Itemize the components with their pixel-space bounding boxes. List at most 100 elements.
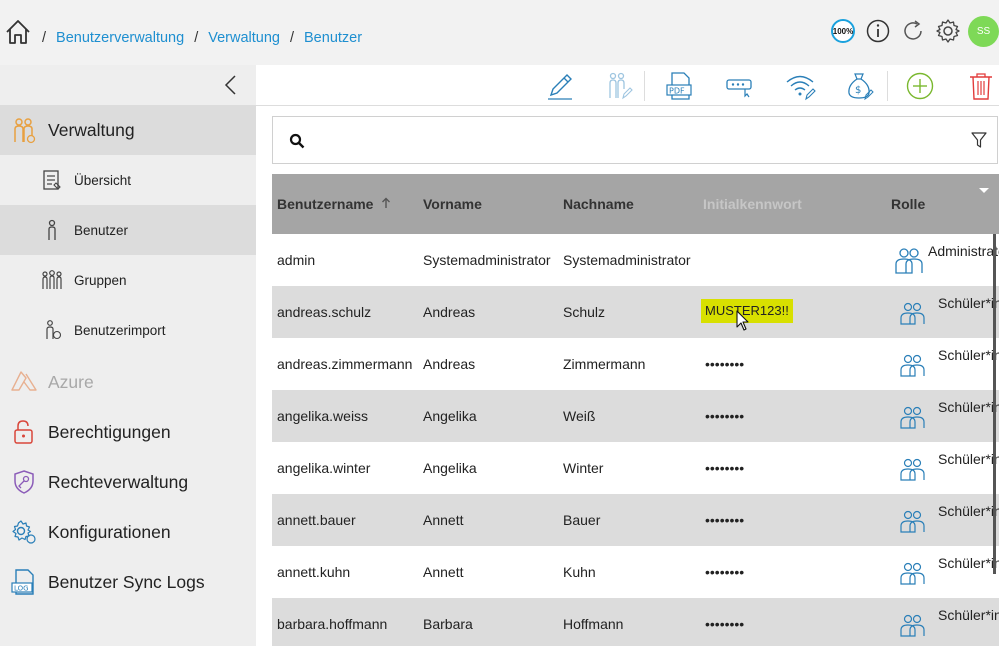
column-header-vorname[interactable]: Vorname (423, 196, 482, 212)
sidebar-item-verwaltung[interactable]: Verwaltung (0, 105, 256, 155)
users-admin-icon (10, 116, 38, 144)
pdf-icon[interactable]: PDF (663, 70, 695, 102)
table-row[interactable]: annett.kuhn Annett Kuhn •••••••• Schüler… (272, 546, 999, 598)
cell-username: admin (277, 252, 316, 268)
breadcrumb-separator: / (194, 30, 199, 46)
table-row[interactable]: angelika.winter Angelika Winter ••••••••… (272, 442, 999, 494)
sidebar: Verwaltung Übersicht Benutzer Gruppen Be… (0, 65, 256, 646)
zoom-badge: 100% (831, 19, 855, 43)
cell-lastname: Weiß (563, 408, 596, 424)
refresh-icon[interactable] (899, 17, 927, 45)
cell-password: •••••••• (705, 616, 745, 632)
cell-lastname: Winter (563, 460, 604, 476)
cell-lastname: Systemadministrator (563, 252, 691, 268)
student-role-icon (898, 350, 928, 378)
sidebar-item-rechteverwaltung[interactable]: Rechteverwaltung (0, 457, 256, 507)
sidebar-item-benutzer[interactable]: Benutzer (0, 205, 256, 255)
key-shield-icon (10, 468, 38, 496)
student-role-icon (898, 558, 928, 586)
wifi-icon[interactable] (784, 70, 816, 102)
table-row[interactable]: angelika.weiss Angelika Weiß •••••••• Sc… (272, 390, 999, 442)
toolbar-divider (644, 71, 645, 101)
sidebar-item-berechtigungen[interactable]: Berechtigungen (0, 407, 256, 457)
cell-firstname: Angelika (423, 460, 477, 476)
edit-icon[interactable] (544, 70, 576, 102)
admin-role-icon (894, 246, 924, 274)
table-row[interactable]: andreas.schulz Andreas Schulz MUSTER123!… (272, 286, 999, 338)
breadcrumb-verwaltung[interactable]: Verwaltung (208, 30, 280, 46)
table-scrollbar[interactable] (993, 234, 996, 574)
sidebar-item-benutzerimport[interactable]: Benutzerimport (0, 305, 256, 355)
filter-icon[interactable] (971, 131, 987, 149)
table-row[interactable]: andreas.zimmermann Andreas Zimmermann ••… (272, 338, 999, 390)
cell-username: angelika.winter (277, 460, 371, 476)
cell-username: angelika.weiss (277, 408, 369, 424)
sidebar-item-benutzer-sync-logs[interactable]: LOG Benutzer Sync Logs (0, 557, 256, 607)
collapse-sidebar-icon[interactable] (222, 74, 240, 96)
cell-password: •••••••• (705, 460, 745, 476)
table-header: Benutzername Vorname Nachname Initialken… (272, 174, 999, 234)
cell-role: Schüler*in (938, 555, 999, 571)
sidebar-item-uebersicht[interactable]: Übersicht (0, 155, 256, 205)
table-row[interactable]: barbara.hoffmann Barbara Hoffmann ••••••… (272, 598, 999, 646)
cell-firstname: Andreas (423, 304, 476, 320)
cell-password: •••••••• (705, 564, 745, 580)
add-icon[interactable] (904, 70, 936, 102)
group-icon (40, 268, 64, 292)
cell-username: andreas.schulz (277, 304, 372, 320)
student-role-icon (898, 454, 928, 482)
log-icon: LOG (10, 568, 38, 596)
cell-role: Schüler*in (938, 607, 999, 623)
cell-password: •••••••• (705, 512, 745, 528)
sidebar-item-label: Übersicht (74, 172, 132, 188)
money-bag-icon[interactable]: $ (843, 70, 875, 102)
table-row[interactable]: admin Systemadministrator Systemadminist… (272, 234, 999, 286)
student-role-icon (898, 506, 928, 534)
table-row[interactable]: annett.bauer Annett Bauer •••••••• Schül… (272, 494, 999, 546)
info-icon[interactable] (864, 17, 892, 45)
home-icon[interactable] (4, 18, 32, 46)
sidebar-item-label: Benutzerimport (74, 322, 166, 338)
search-input[interactable] (317, 129, 957, 153)
cell-username: andreas.zimmermann (277, 356, 413, 372)
sidebar-item-konfigurationen[interactable]: Konfigurationen (0, 507, 256, 557)
column-header-initialkennwort[interactable]: Initialkennwort (703, 196, 802, 212)
sidebar-item-label: Konfigurationen (48, 521, 171, 542)
cell-role: Administrator*in (928, 243, 999, 259)
cell-role: Schüler*in (938, 295, 999, 311)
student-role-icon (898, 298, 928, 326)
zoom-button[interactable]: 100% (829, 17, 857, 45)
cell-firstname: Annett (423, 512, 464, 528)
search-icon (289, 133, 305, 149)
delete-icon[interactable] (965, 70, 997, 102)
cell-username: annett.bauer (277, 512, 356, 528)
user-icon (40, 218, 64, 242)
cell-lastname: Bauer (563, 512, 601, 528)
column-header-nachname[interactable]: Nachname (563, 196, 634, 212)
lock-icon (10, 418, 38, 446)
sidebar-item-label: Berechtigungen (48, 421, 171, 442)
user-import-icon (40, 318, 64, 342)
gear-icon[interactable] (934, 17, 962, 45)
cell-role: Schüler*in (938, 347, 999, 363)
breadcrumb-benutzer[interactable]: Benutzer (304, 30, 362, 46)
users-edit-icon[interactable] (602, 70, 634, 102)
column-header-rolle[interactable]: Rolle (891, 196, 925, 212)
sidebar-item-label: Verwaltung (48, 119, 135, 140)
sidebar-item-gruppen[interactable]: Gruppen (0, 255, 256, 305)
cell-password: •••••••• (705, 408, 745, 424)
sidebar-item-label: Azure (48, 371, 94, 392)
cell-username: barbara.hoffmann (277, 616, 388, 632)
cell-username: annett.kuhn (277, 564, 351, 580)
sidebar-item-label: Gruppen (74, 272, 127, 288)
sidebar-item-azure[interactable]: Azure (0, 357, 256, 407)
mouse-cursor-icon (736, 310, 750, 332)
column-header-benutzername[interactable]: Benutzername (277, 196, 391, 212)
password-icon[interactable] (723, 70, 755, 102)
breadcrumb-benutzerverwaltung[interactable]: Benutzerverwaltung (56, 30, 184, 46)
cell-password: •••••••• (705, 356, 745, 372)
column-menu-caret-icon[interactable] (979, 188, 989, 193)
avatar[interactable]: SS (968, 15, 999, 47)
sidebar-item-label: Benutzer (74, 222, 129, 238)
student-role-icon (898, 610, 928, 638)
